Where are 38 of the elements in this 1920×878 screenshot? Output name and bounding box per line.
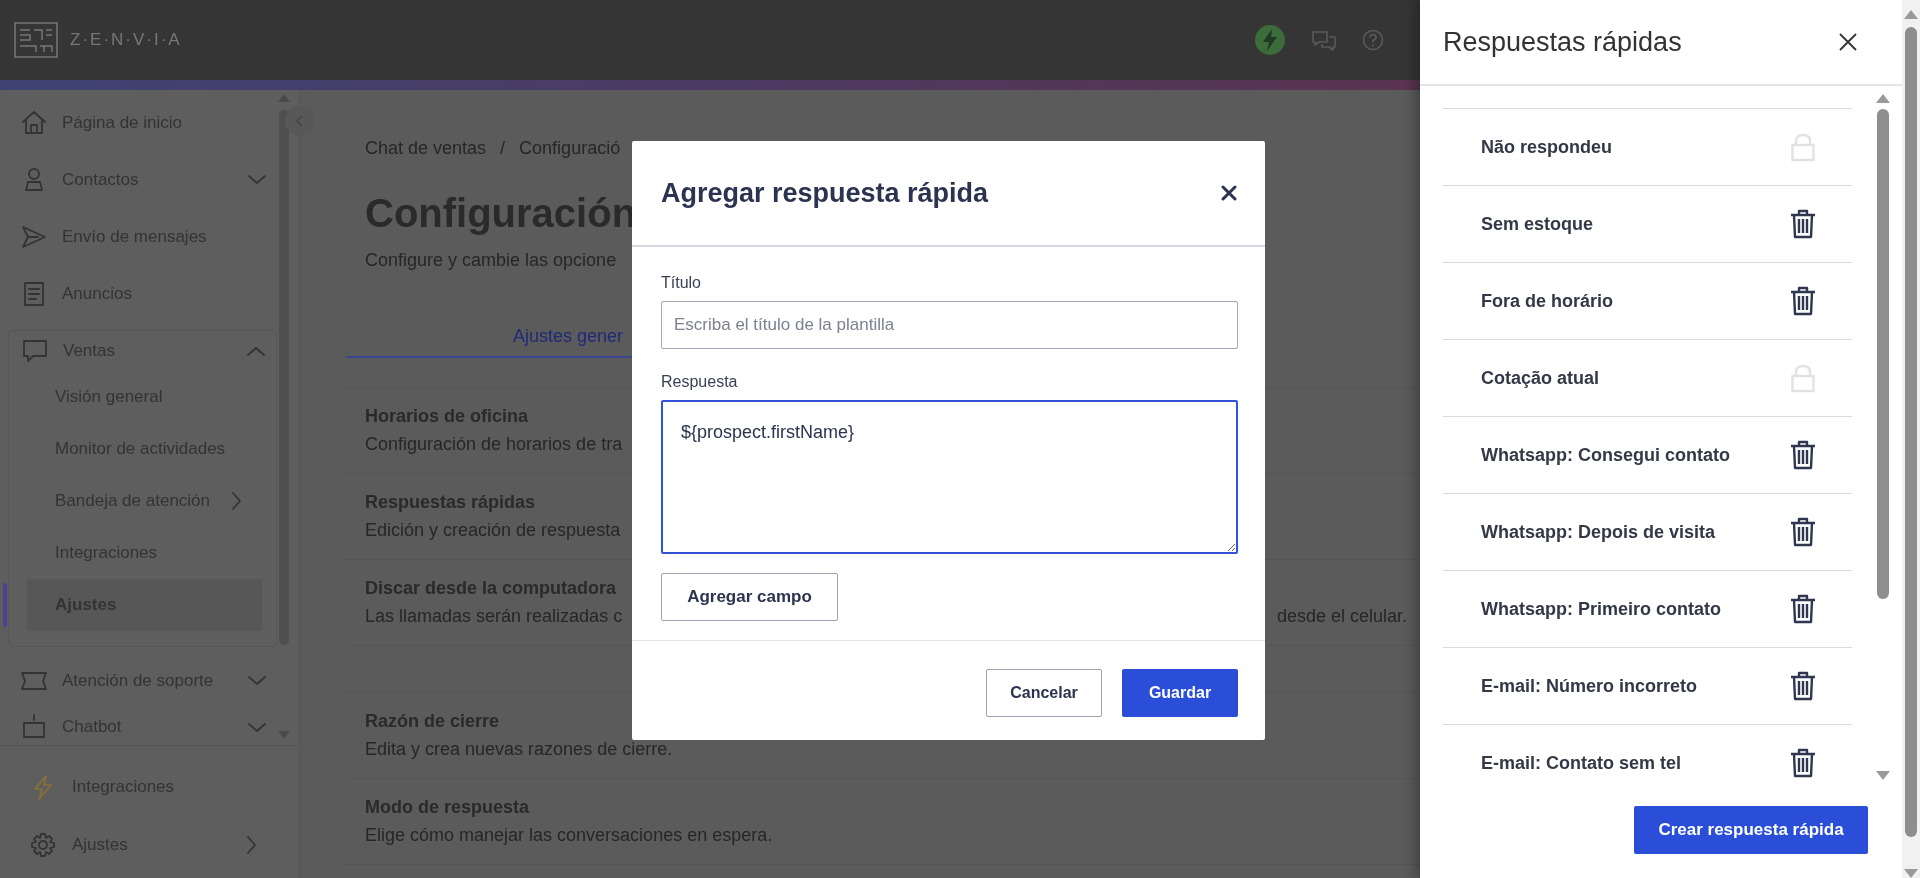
list-item[interactable]: E-mail: Contato sem tel [1443,724,1852,796]
list-item[interactable]: Whatsapp: Depois de visita [1443,493,1852,570]
panel-title: Respuestas rápidas [1443,26,1682,58]
selection-indicator [3,583,7,627]
breadcrumb-separator: / [500,137,506,160]
text-area[interactable]: ${prospect.firstName} [661,400,1238,554]
home-icon [20,108,48,137]
list-item[interactable]: E-mail: Número incorreto [1443,647,1852,724]
field-label: Título [661,273,701,293]
save-button[interactable]: Guardar [1122,669,1238,717]
cancel-button[interactable]: Cancelar [986,669,1102,717]
trash-icon[interactable] [1790,748,1816,778]
robot-icon [20,713,48,741]
trash-icon[interactable] [1790,517,1816,547]
list-item[interactable]: Whatsapp: Consegui contato [1443,416,1852,493]
list-item[interactable]: Cotação atual [1443,339,1852,416]
list-item[interactable]: Fora de horário [1443,262,1852,339]
trash-icon[interactable] [1790,594,1816,624]
field-label: Respuesta [661,372,738,392]
dialog-title: Agregar respuesta rápida [661,177,989,209]
scrollbar[interactable] [1876,94,1890,780]
trash-icon[interactable] [1790,440,1816,470]
trash-icon[interactable] [1790,209,1816,239]
scrollbar[interactable] [1902,0,1920,878]
add-field-button[interactable]: Agregar campo [661,573,838,621]
logo-icon [14,22,58,58]
close-icon[interactable] [1838,32,1858,52]
list-item[interactable]: Sem estoque [1443,185,1852,262]
list-item[interactable]: Whatsapp: Primeiro contato [1443,570,1852,647]
trash-icon[interactable] [1790,286,1816,316]
trash-icon[interactable] [1790,671,1816,701]
input-field[interactable]: Escriba el título de la plantilla [661,301,1238,349]
close-icon[interactable] [1221,185,1237,201]
gear-icon [30,832,56,858]
create-button[interactable]: Crear respuesta rápida [1634,806,1868,854]
list-item[interactable]: Não respondeu [1443,108,1852,185]
chat-bubble-icon [21,337,49,365]
logo-text: Z·E·N·V·I·A [70,30,182,50]
